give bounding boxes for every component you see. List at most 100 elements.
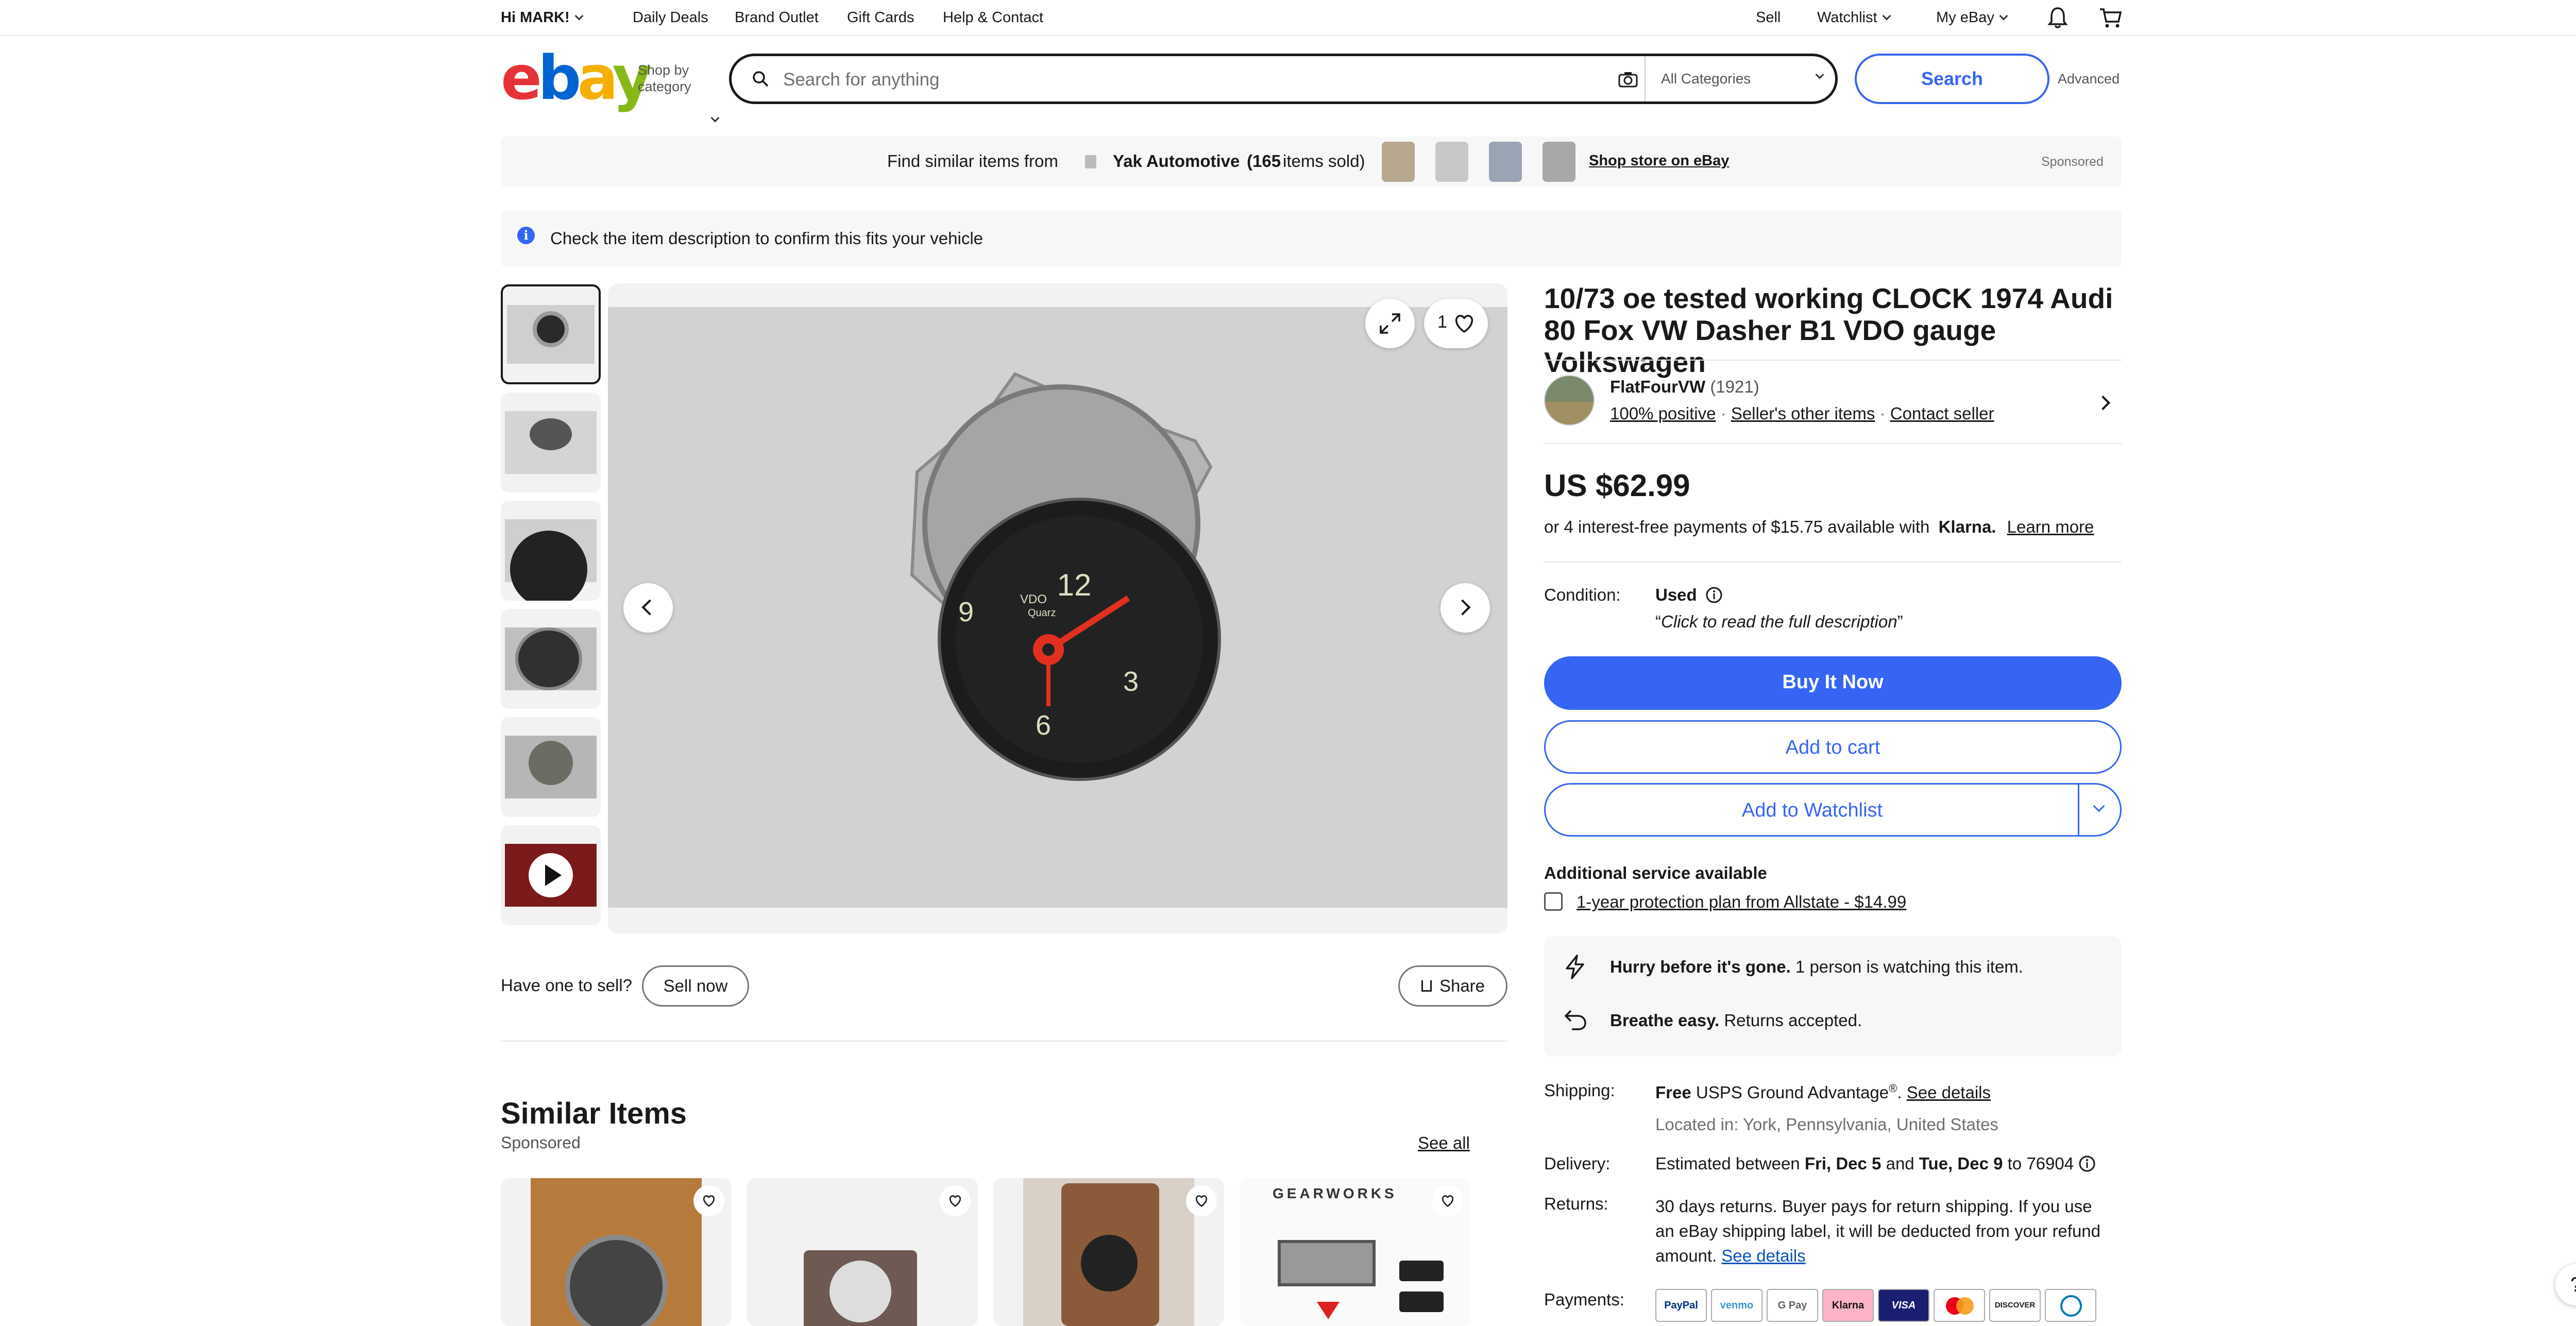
similar-item-card[interactable]: [747, 1178, 978, 1326]
condition-description[interactable]: “Click to read the full description”: [1655, 612, 1903, 632]
shop-by-category[interactable]: Shop by category: [638, 62, 720, 123]
seller-name: FlatFourVW: [1610, 377, 1706, 396]
buy-it-now-button[interactable]: Buy It Now: [1544, 656, 2122, 710]
watch-count: 1: [1437, 312, 1447, 332]
chevron-down-icon: [710, 113, 720, 123]
similar-heart-button[interactable]: [1432, 1185, 1463, 1216]
store-promo-banner[interactable]: Find similar items from Yak Automotive (…: [501, 137, 2122, 187]
similar-sponsored: Sponsored: [501, 1133, 581, 1152]
klarna-text: or 4 interest-free payments of $15.75 av…: [1544, 517, 1930, 536]
seller-links: 100% positive · Seller's other items · C…: [1610, 404, 1994, 423]
urgency-box: Hurry before it's gone. 1 person is watc…: [1544, 937, 2122, 1056]
delivery-to: to 76904: [2007, 1154, 2074, 1173]
clock-subtitle: Quarz: [1028, 607, 1056, 619]
store-item-thumb[interactable]: [1543, 142, 1575, 182]
similar-heart-button[interactable]: [940, 1185, 971, 1216]
watchlist-dropdown-button[interactable]: [2078, 785, 2120, 835]
advanced-search-link[interactable]: Advanced: [2058, 71, 2120, 87]
gallery-thumb[interactable]: [501, 501, 601, 601]
similar-items-heading: Similar Items: [501, 1097, 687, 1130]
learn-more-link[interactable]: Learn more: [2007, 517, 2094, 536]
seller-name-row[interactable]: FlatFourVW (1921): [1610, 377, 1759, 397]
gallery-thumb[interactable]: [501, 609, 601, 709]
share-button[interactable]: Share: [1398, 965, 1507, 1007]
item-location: Located in: York, Pennsylvania, United S…: [1655, 1115, 1998, 1134]
contact-seller-link[interactable]: Contact seller: [1890, 404, 1994, 423]
nav-my-ebay[interactable]: My eBay: [1936, 9, 2008, 26]
gallery-thumb[interactable]: [501, 717, 601, 817]
similar-item-card[interactable]: GEARWORKS: [1240, 1178, 1470, 1326]
camera-icon[interactable]: [1618, 71, 1638, 88]
google-pay-logo: G Pay: [1767, 1289, 1818, 1322]
shipping-value: Free USPS Ground Advantage®. See details: [1655, 1082, 1991, 1102]
bell-icon[interactable]: [2047, 6, 2068, 29]
gallery-video-thumb[interactable]: [501, 825, 601, 925]
gearworks-brand: GEARWORKS: [1273, 1185, 1397, 1201]
top-nav: Hi MARK! Daily Deals Brand Outlet Gift C…: [0, 0, 2576, 36]
seller-score: (1921): [1710, 377, 1759, 396]
nav-watchlist[interactable]: Watchlist: [1817, 9, 1891, 26]
mastercard-logo: [1934, 1289, 1985, 1322]
expand-button[interactable]: [1365, 299, 1415, 348]
returns-value: 30 days returns. Buyer pays for return s…: [1655, 1194, 2122, 1268]
delivery-value: Estimated between Fri, Dec 5 and Tue, De…: [1655, 1154, 2074, 1174]
shipping-see-details[interactable]: See details: [1907, 1083, 1991, 1102]
returns-line1: 30 days returns. Buyer pays for return s…: [1655, 1197, 2092, 1216]
main-image-viewer[interactable]: 12 3 6 9 VDO Quarz 1: [608, 283, 1507, 933]
similar-heart-button[interactable]: [693, 1185, 724, 1216]
store-item-thumb[interactable]: [1489, 142, 1522, 182]
clock-numeral: 9: [958, 597, 974, 627]
returns-see-details[interactable]: See details: [1721, 1246, 1805, 1265]
next-image-button[interactable]: [1440, 583, 1490, 633]
nav-daily-deals[interactable]: Daily Deals: [633, 9, 708, 26]
nav-help-contact[interactable]: Help & Contact: [943, 9, 1043, 26]
search-button[interactable]: Search: [1855, 54, 2049, 104]
positive-feedback-link[interactable]: 100% positive: [1610, 404, 1716, 423]
add-to-watchlist-button[interactable]: Add to Watchlist: [1544, 783, 2122, 837]
nav-brand-outlet[interactable]: Brand Outlet: [735, 9, 819, 26]
see-all-link[interactable]: See all: [1418, 1133, 1470, 1153]
watch-heart-button[interactable]: 1: [1424, 299, 1488, 348]
category-select[interactable]: All Categories: [1645, 56, 1835, 101]
nav-gift-cards[interactable]: Gift Cards: [847, 9, 914, 26]
add-to-cart-button[interactable]: Add to cart: [1544, 720, 2122, 774]
search-input[interactable]: Search for anything: [783, 70, 940, 90]
shop-store-link[interactable]: Shop store on eBay: [1589, 152, 1729, 169]
breathe-bold: Breathe easy.: [1610, 1011, 1720, 1030]
prev-image-button[interactable]: [623, 583, 673, 633]
gallery-thumb[interactable]: [501, 393, 601, 492]
cart-icon[interactable]: [2099, 6, 2122, 29]
condition-value: Used: [1655, 585, 1697, 604]
seller-other-items-link[interactable]: Seller's other items: [1731, 404, 1875, 423]
similar-item-card[interactable]: [501, 1178, 732, 1326]
return-arrow-icon: [1564, 1010, 1586, 1030]
delivery-text-1: Estimated between: [1655, 1154, 1800, 1173]
hurry-text: 1 person is watching this item.: [1795, 957, 2023, 976]
watchlist-label: Watchlist: [1817, 9, 1877, 26]
protection-plan-link[interactable]: 1-year protection plan from Allstate - $…: [1577, 892, 1906, 912]
share-label: Share: [1439, 976, 1485, 995]
protection-plan-checkbox[interactable]: [1544, 892, 1563, 911]
chevron-right-icon[interactable]: [2095, 395, 2111, 411]
seller-avatar[interactable]: [1544, 375, 1595, 426]
sell-now-button[interactable]: Sell now: [642, 965, 749, 1007]
discover-logo: DISCOVER: [1989, 1289, 2041, 1322]
info-circle-icon[interactable]: [2078, 1155, 2096, 1172]
similar-heart-button[interactable]: [1186, 1185, 1217, 1216]
similar-item-card[interactable]: [993, 1178, 1224, 1326]
store-item-thumb[interactable]: [1382, 142, 1415, 182]
item-title: 10/73 oe tested working CLOCK 1974 Audi …: [1544, 282, 2113, 378]
info-circle-icon[interactable]: [1705, 586, 1723, 604]
shop-by-line2: category: [638, 79, 691, 94]
divider: [501, 1041, 1507, 1042]
store-item-thumb[interactable]: [1435, 142, 1468, 182]
help-button[interactable]: ?: [2555, 1264, 2576, 1305]
additional-service-heading: Additional service available: [1544, 863, 1767, 882]
nav-sell[interactable]: Sell: [1756, 9, 1781, 26]
gallery-thumb[interactable]: [501, 284, 601, 384]
greeting-menu[interactable]: Hi MARK!: [501, 9, 584, 26]
ebay-logo[interactable]: ebay: [501, 47, 652, 108]
store-name: Yak Automotive: [1113, 151, 1240, 171]
shipping-label: Shipping:: [1544, 1081, 1615, 1100]
fitment-notice: i Check the item description to confirm …: [501, 210, 2122, 267]
